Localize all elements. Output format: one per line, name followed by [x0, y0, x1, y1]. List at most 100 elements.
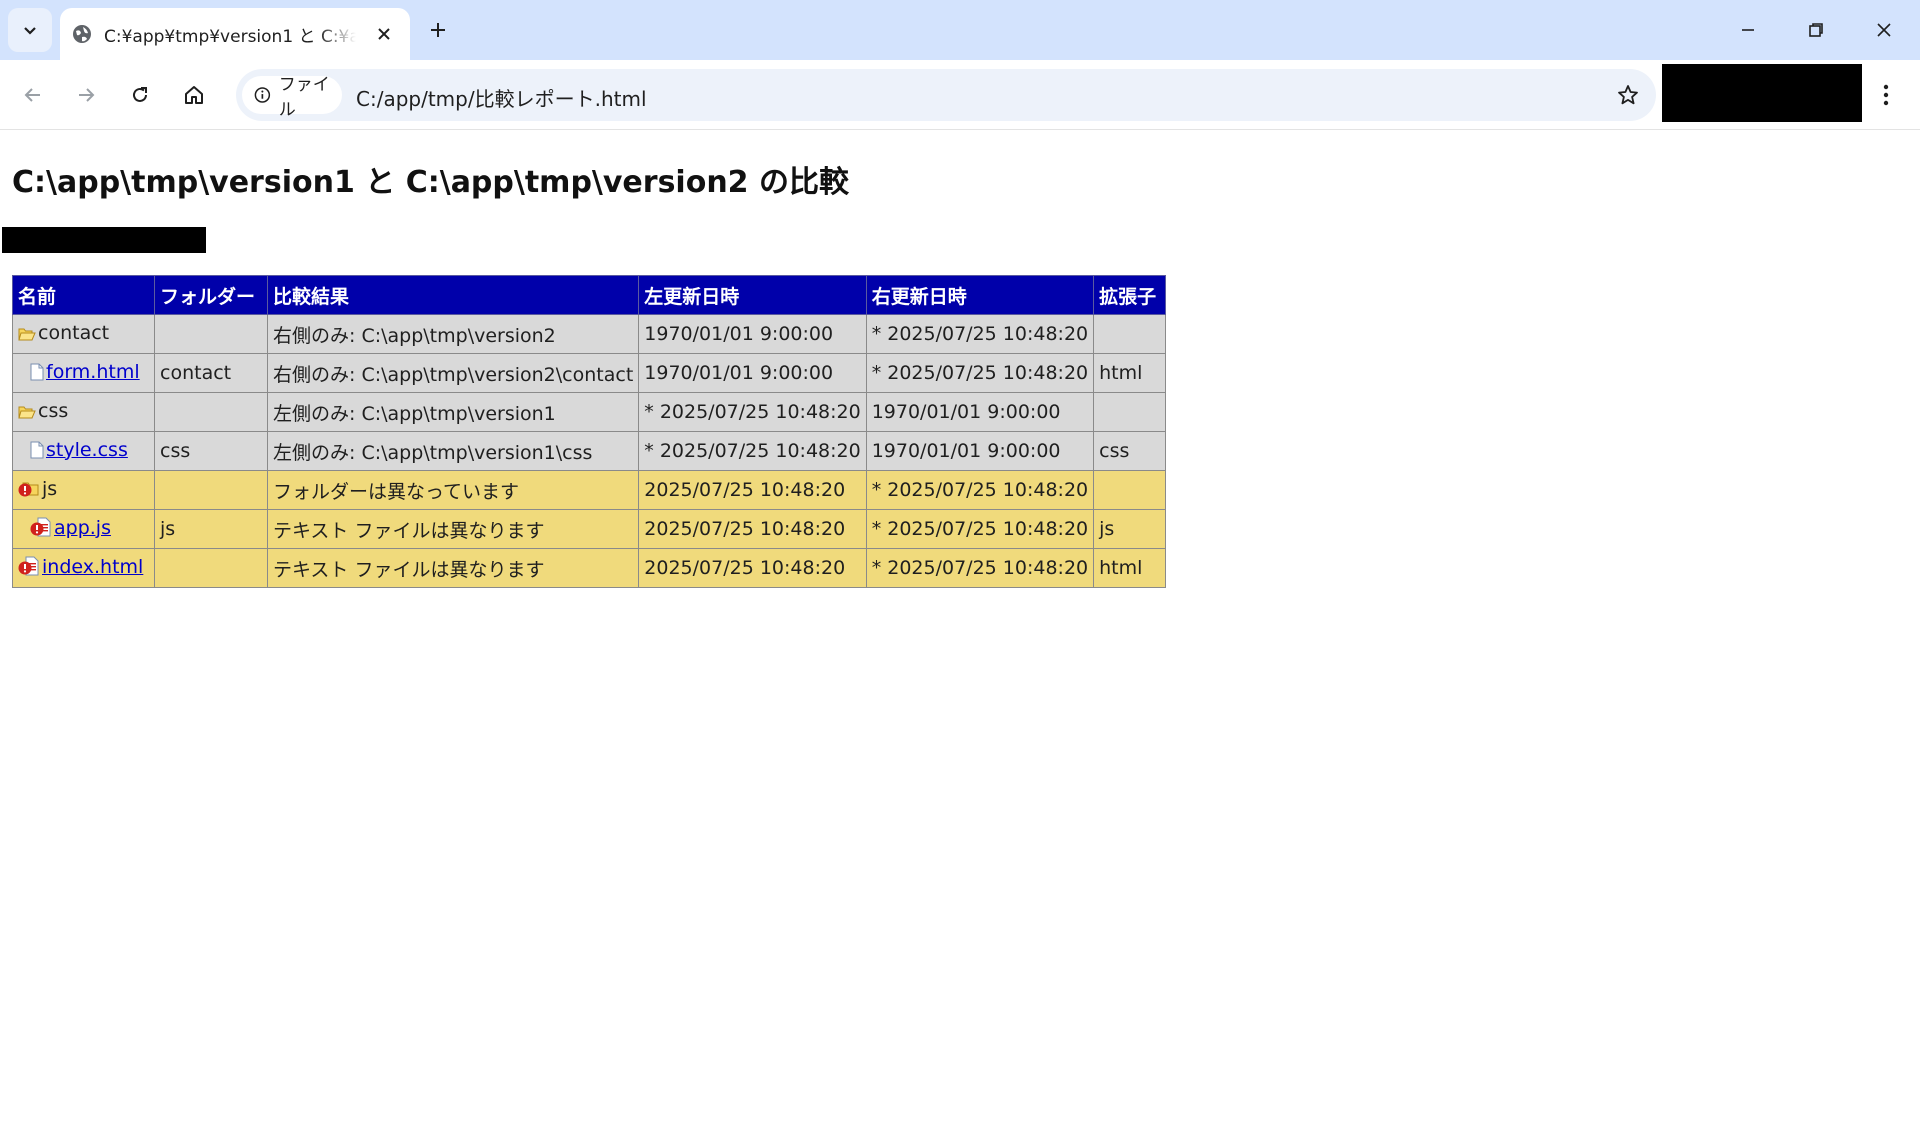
cell-left-modified: 2025/07/25 10:48:20: [638, 509, 867, 549]
more-vertical-icon: [1883, 84, 1889, 106]
cell-left-modified: 1970/01/01 9:00:00: [638, 353, 867, 393]
cell-name: form.html: [12, 353, 155, 393]
column-header-folder: フォルダー: [154, 275, 268, 315]
file-link[interactable]: form.html: [46, 361, 140, 383]
back-button[interactable]: [13, 75, 53, 115]
redacted-profile-area: [1662, 64, 1862, 122]
table-row: app.js js テキスト ファイルは異なります 2025/07/25 10:48:…: [12, 509, 1167, 549]
cell-result: 右側のみ: C:\app\tmp\version2\contact: [266, 353, 640, 393]
cell-result: テキスト ファイルは異なります: [266, 548, 640, 588]
comparison-table: 名前 フォルダー 比較結果 左更新日時 右更新日時 拡張子 contact 右側の…: [12, 275, 1167, 588]
cell-name: contact: [12, 314, 155, 354]
cell-left-modified: * 2025/07/25 10:48:20: [638, 431, 867, 471]
file-icon: [30, 363, 44, 386]
close-icon: [1877, 23, 1891, 37]
cell-folder: [154, 470, 268, 510]
column-header-right-modified: 右更新日時: [865, 275, 1095, 315]
cell-folder: contact: [154, 353, 268, 393]
url-text[interactable]: C:/app/tmp/比較レポート.html: [356, 83, 647, 112]
cell-extension: css: [1093, 431, 1167, 471]
table-row: style.css css 左側のみ: C:\app\tmp\version1\cs…: [12, 431, 1167, 471]
plus-icon: [431, 23, 445, 37]
cell-right-modified: * 2025/07/25 10:48:20: [865, 548, 1095, 588]
column-header-name: 名前: [12, 275, 155, 315]
arrow-left-icon: [24, 88, 40, 102]
folder-name: css: [38, 399, 69, 422]
redacted-block: [2, 227, 206, 253]
cell-name: js: [12, 470, 155, 510]
cell-name: app.js: [12, 509, 155, 549]
cell-name: css: [12, 392, 155, 432]
folder-open-icon: [18, 325, 36, 347]
cell-result: 右側のみ: C:\app\tmp\version2: [266, 314, 640, 354]
file-icon: [30, 441, 44, 464]
folder-name: contact: [38, 321, 110, 344]
restore-button[interactable]: [1782, 0, 1850, 60]
column-header-result: 比較結果: [266, 275, 640, 315]
cell-left-modified: 1970/01/01 9:00:00: [638, 314, 867, 354]
cell-left-modified: 2025/07/25 10:48:20: [638, 548, 867, 588]
address-bar[interactable]: ファイル C:/app/tmp/比較レポート.html: [236, 69, 1656, 121]
page-content: C:\app\tmp\version1 と C:\app\tmp\version…: [0, 131, 1920, 1128]
folder-diff-icon: [18, 480, 40, 503]
cell-result: 左側のみ: C:\app\tmp\version1: [266, 392, 640, 432]
file-link[interactable]: index.html: [42, 556, 143, 578]
cell-result: テキスト ファイルは異なります: [266, 509, 640, 549]
cell-name: index.html: [12, 548, 155, 588]
site-info-chip[interactable]: ファイル: [242, 75, 342, 120]
cell-extension: [1093, 314, 1167, 354]
column-header-left-modified: 左更新日時: [638, 275, 867, 315]
forward-button[interactable]: [66, 75, 106, 115]
cell-folder: [154, 392, 268, 432]
close-window-button[interactable]: [1850, 0, 1918, 60]
folder-name: js: [42, 477, 58, 500]
folder-open-icon: [18, 403, 36, 425]
chip-label: ファイル: [278, 75, 330, 120]
table-row: css 左側のみ: C:\app\tmp\version1 * 2025/07/25…: [12, 392, 1167, 432]
table-row: index.html テキスト ファイルは異なります 2025/07/25 10:4…: [12, 548, 1167, 588]
cell-extension: [1093, 392, 1167, 432]
file-diff-icon: [30, 517, 52, 542]
cell-right-modified: * 2025/07/25 10:48:20: [865, 314, 1095, 354]
minimize-button[interactable]: [1714, 0, 1782, 60]
file-link[interactable]: style.css: [46, 439, 128, 461]
bookmark-star-icon[interactable]: [1614, 81, 1642, 109]
active-tab[interactable]: C:¥app¥tmp¥version1 と C:¥app¥tmp¥version…: [60, 8, 410, 60]
cell-extension: html: [1093, 353, 1167, 393]
reload-icon: [133, 87, 147, 102]
table-row: js フォルダーは異なっています 2025/07/25 10:48:20 * 2025…: [12, 470, 1167, 510]
cell-extension: js: [1093, 509, 1167, 549]
cell-right-modified: * 2025/07/25 10:48:20: [865, 470, 1095, 510]
browser-toolbar: ファイル C:/app/tmp/比較レポート.html: [0, 60, 1920, 130]
restore-icon: [1809, 23, 1823, 37]
column-header-extension: 拡張子: [1093, 275, 1167, 315]
home-icon: [185, 86, 203, 104]
home-button[interactable]: [174, 75, 214, 115]
file-link[interactable]: app.js: [54, 517, 111, 539]
chevron-down-icon: [24, 27, 36, 35]
info-icon: [254, 87, 271, 103]
cell-right-modified: * 2025/07/25 10:48:20: [865, 353, 1095, 393]
cell-folder: js: [154, 509, 268, 549]
browser-menu-button[interactable]: [1870, 75, 1902, 115]
cell-result: 左側のみ: C:\app\tmp\version1\css: [266, 431, 640, 471]
cell-right-modified: 1970/01/01 9:00:00: [865, 431, 1095, 471]
table-row: contact 右側のみ: C:\app\tmp\version2 1970/01/…: [12, 314, 1167, 354]
cell-result: フォルダーは異なっています: [266, 470, 640, 510]
table-header-row: 名前 フォルダー 比較結果 左更新日時 右更新日時 拡張子: [12, 275, 1167, 315]
cell-folder: css: [154, 431, 268, 471]
globe-icon: [73, 25, 91, 43]
cell-folder: [154, 314, 268, 354]
cell-right-modified: 1970/01/01 9:00:00: [865, 392, 1095, 432]
reload-button[interactable]: [120, 75, 160, 115]
new-tab-button[interactable]: [422, 14, 454, 46]
tab-strip: C:¥app¥tmp¥version1 と C:¥app¥tmp¥version…: [0, 0, 1920, 60]
cell-right-modified: * 2025/07/25 10:48:20: [865, 509, 1095, 549]
tab-title: C:¥app¥tmp¥version1 と C:¥app¥tmp¥version…: [104, 26, 356, 47]
table-row: form.html contact 右側のみ: C:\app\tmp\version…: [12, 353, 1167, 393]
arrow-right-icon: [79, 88, 95, 102]
close-tab-icon[interactable]: [372, 22, 396, 46]
tab-search-button[interactable]: [8, 8, 52, 52]
cell-left-modified: * 2025/07/25 10:48:20: [638, 392, 867, 432]
cell-left-modified: 2025/07/25 10:48:20: [638, 470, 867, 510]
